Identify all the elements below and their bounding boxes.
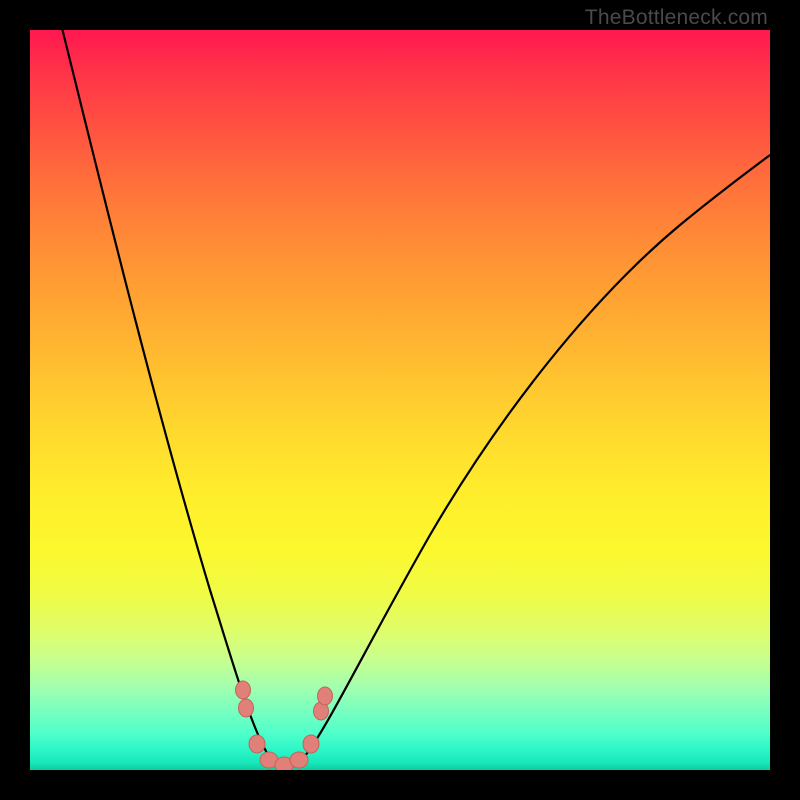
curve-layer <box>30 30 770 770</box>
bottleneck-curve-left <box>60 30 285 768</box>
attribution-text: TheBottleneck.com <box>585 6 768 30</box>
optimal-range-markers <box>236 681 333 770</box>
bottleneck-curve-right <box>285 155 770 768</box>
plot-area <box>30 30 770 770</box>
